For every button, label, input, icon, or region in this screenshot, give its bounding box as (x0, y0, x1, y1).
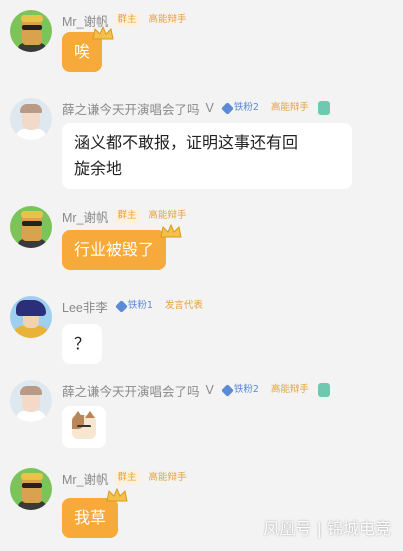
watermark: 凤凰号 | 锦城电竞 (263, 519, 391, 538)
debater-badge: 高能辩手 (270, 384, 309, 395)
verified-mark: V (205, 383, 214, 397)
sender-info: Mr_谢帆 群主 高能辩手 (62, 12, 190, 29)
username[interactable]: 薛之谦今天开演唱会了吗 (62, 99, 200, 118)
fan-level-label: 铁粉1 (127, 300, 153, 311)
username[interactable]: Mr_谢帆 (62, 469, 109, 488)
message-bubble[interactable]: ？ (62, 324, 103, 364)
group-owner-badge: 群主 (114, 471, 140, 485)
fan-level-badge: 铁粉1 (114, 299, 156, 313)
dinosaur-icon (317, 383, 330, 397)
username[interactable]: Lee非李 (62, 297, 108, 316)
debater-badge: 高能辩手 (148, 472, 187, 483)
crown-icon (160, 224, 182, 238)
verified-mark: V (205, 101, 214, 115)
message-bubble[interactable]: 我草 (62, 498, 119, 538)
fan-level-badge: 铁粉2 (220, 101, 262, 115)
message-text: 我草 (74, 508, 107, 527)
username[interactable]: 薛之谦今天开演唱会了吗 (62, 381, 200, 400)
debater-badge: 高能辩手 (148, 14, 187, 25)
sender-info: Lee非李 铁粉1 发言代表 (62, 297, 206, 316)
sender-info: 薛之谦今天开演唱会了吗 V 铁粉2 高能辩手 (62, 99, 330, 118)
message-text-line: 旋余地 (74, 159, 123, 178)
avatar[interactable] (10, 380, 52, 422)
message-text: ？ (74, 334, 91, 353)
diamond-icon (220, 383, 234, 397)
avatar[interactable] (10, 468, 52, 510)
username[interactable]: Mr_谢帆 (62, 207, 109, 226)
group-owner-badge: 群主 (114, 209, 140, 223)
fan-level-label: 铁粉2 (233, 102, 259, 113)
message-text: 唉 (74, 42, 91, 61)
message-text: 行业被毁了 (74, 240, 155, 259)
debater-badge: 高能辩手 (270, 102, 309, 113)
avatar[interactable] (10, 10, 52, 52)
crown-icon (106, 488, 128, 502)
avatar[interactable] (10, 206, 52, 248)
debater-badge: 高能辩手 (148, 210, 187, 221)
message-bubble[interactable] (62, 406, 106, 448)
sender-info: Mr_谢帆 群主 高能辩手 (62, 469, 190, 488)
fan-level-badge: 铁粉2 (220, 383, 262, 397)
message-bubble[interactable]: 行业被毁了 (62, 230, 167, 270)
sender-info: Mr_谢帆 群主 高能辩手 (62, 207, 190, 226)
group-owner-badge: 群主 (114, 13, 140, 27)
avatar[interactable] (10, 296, 52, 338)
speaker-rep-badge: 发言代表 (164, 300, 203, 311)
cat-face-icon (72, 411, 96, 439)
avatar[interactable] (10, 98, 52, 140)
message-text-line: 涵义都不敢报，证明这事还有回 (74, 133, 299, 152)
message-bubble[interactable]: 涵义都不敢报，证明这事还有回 旋余地 (62, 123, 352, 189)
diamond-icon (114, 299, 128, 313)
sender-info: 薛之谦今天开演唱会了吗 V 铁粉2 高能辩手 (62, 381, 330, 400)
fan-level-label: 铁粉2 (233, 384, 259, 395)
crown-icon (92, 26, 114, 40)
diamond-icon (220, 101, 234, 115)
dinosaur-icon (317, 101, 330, 115)
